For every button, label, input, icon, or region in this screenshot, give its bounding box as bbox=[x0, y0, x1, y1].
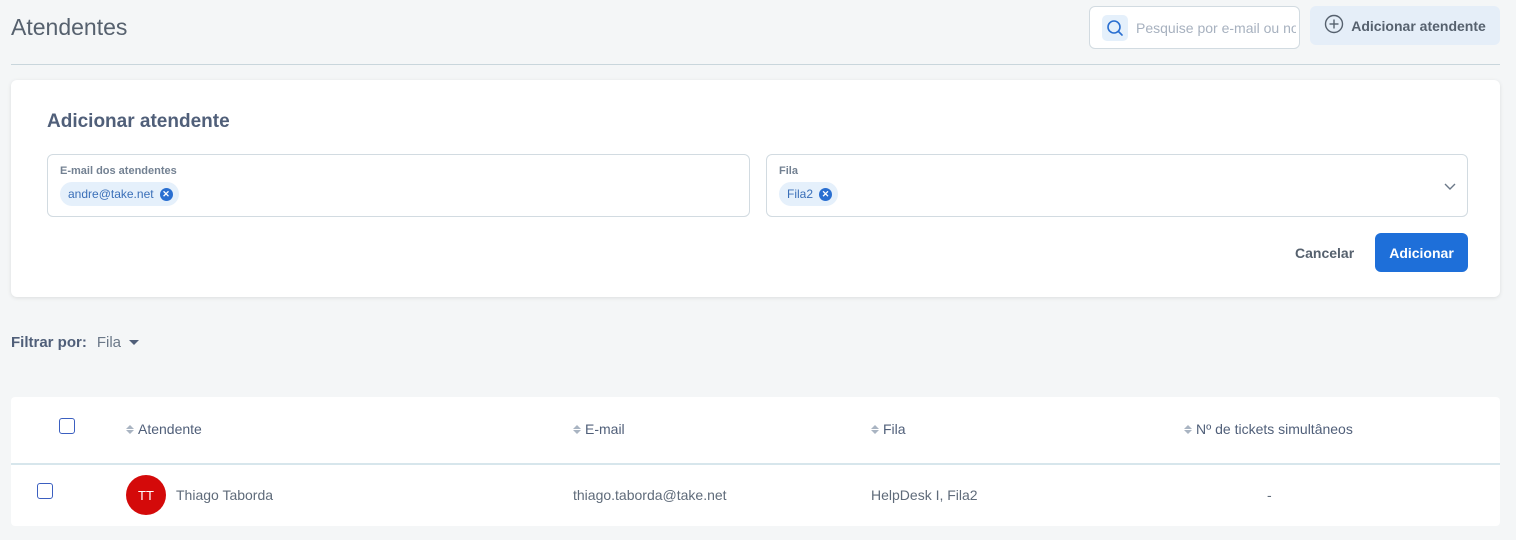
row-checkbox[interactable] bbox=[37, 483, 53, 499]
filter-dropdown[interactable]: Fila bbox=[96, 334, 140, 351]
attendant-fila: HelpDesk I, Fila2 bbox=[871, 487, 978, 503]
column-header-fila[interactable]: Fila bbox=[871, 421, 906, 437]
fila-chip: Fila2 ✕ bbox=[779, 182, 839, 206]
caret-down-icon bbox=[129, 340, 140, 345]
select-all-checkbox[interactable] bbox=[59, 418, 75, 434]
sort-icon bbox=[1184, 424, 1192, 434]
add-attendant-button[interactable]: Adicionar atendente bbox=[1310, 6, 1500, 45]
attendant-name: Thiago Taborda bbox=[176, 487, 274, 503]
fila-field-label: Fila bbox=[779, 165, 798, 177]
search-box[interactable] bbox=[1089, 6, 1300, 49]
fila-chip-label: Fila2 bbox=[787, 187, 814, 201]
search-input[interactable] bbox=[1136, 19, 1296, 36]
remove-chip-icon[interactable]: ✕ bbox=[159, 187, 173, 201]
column-header-label: E-mail bbox=[585, 421, 625, 437]
table-header: Atendente E-mail Fila Nº de tickets simu… bbox=[11, 397, 1500, 465]
email-field-label: E-mail dos atendentes bbox=[60, 165, 177, 177]
attendant-email: thiago.taborda@take.net bbox=[573, 487, 727, 503]
email-chip-label: andre@take.net bbox=[68, 187, 154, 201]
sort-icon bbox=[573, 424, 581, 434]
search-icon bbox=[1102, 14, 1128, 41]
plus-circle-icon bbox=[1324, 14, 1344, 37]
sort-icon bbox=[871, 424, 879, 434]
fila-select[interactable]: Fila Fila2 ✕ bbox=[766, 154, 1468, 217]
submit-add-button[interactable]: Adicionar bbox=[1375, 233, 1468, 272]
header-divider bbox=[11, 64, 1500, 65]
add-attendant-card-title: Adicionar atendente bbox=[47, 111, 230, 132]
attendant-tickets: - bbox=[1267, 487, 1272, 503]
filter-value: Fila bbox=[96, 334, 122, 351]
filter-label: Filtrar por: bbox=[11, 334, 87, 351]
chevron-down-icon bbox=[1444, 183, 1456, 190]
sort-icon bbox=[126, 424, 134, 434]
page-title: Atendentes bbox=[11, 14, 128, 40]
attendants-table: Atendente E-mail Fila Nº de tickets simu… bbox=[11, 397, 1500, 526]
column-header-label: Fila bbox=[883, 421, 906, 437]
column-header-tickets[interactable]: Nº de tickets simultâneos bbox=[1184, 421, 1353, 437]
table-row[interactable]: TT Thiago Taborda thiago.taborda@take.ne… bbox=[11, 465, 1500, 526]
avatar: TT bbox=[126, 475, 166, 515]
column-header-label: Atendente bbox=[138, 421, 202, 437]
add-attendant-card: Adicionar atendente E-mail dos atendente… bbox=[11, 80, 1500, 297]
email-field[interactable]: E-mail dos atendentes andre@take.net ✕ bbox=[47, 154, 750, 217]
column-header-atendente[interactable]: Atendente bbox=[126, 421, 202, 437]
column-header-label: Nº de tickets simultâneos bbox=[1196, 421, 1353, 437]
email-chip: andre@take.net ✕ bbox=[60, 182, 179, 206]
remove-chip-icon[interactable]: ✕ bbox=[819, 187, 833, 201]
cancel-button[interactable]: Cancelar bbox=[1283, 234, 1366, 272]
column-header-email[interactable]: E-mail bbox=[573, 421, 625, 437]
add-attendant-button-label: Adicionar atendente bbox=[1351, 17, 1486, 34]
filter-bar: Filtrar por: Fila bbox=[11, 334, 140, 351]
